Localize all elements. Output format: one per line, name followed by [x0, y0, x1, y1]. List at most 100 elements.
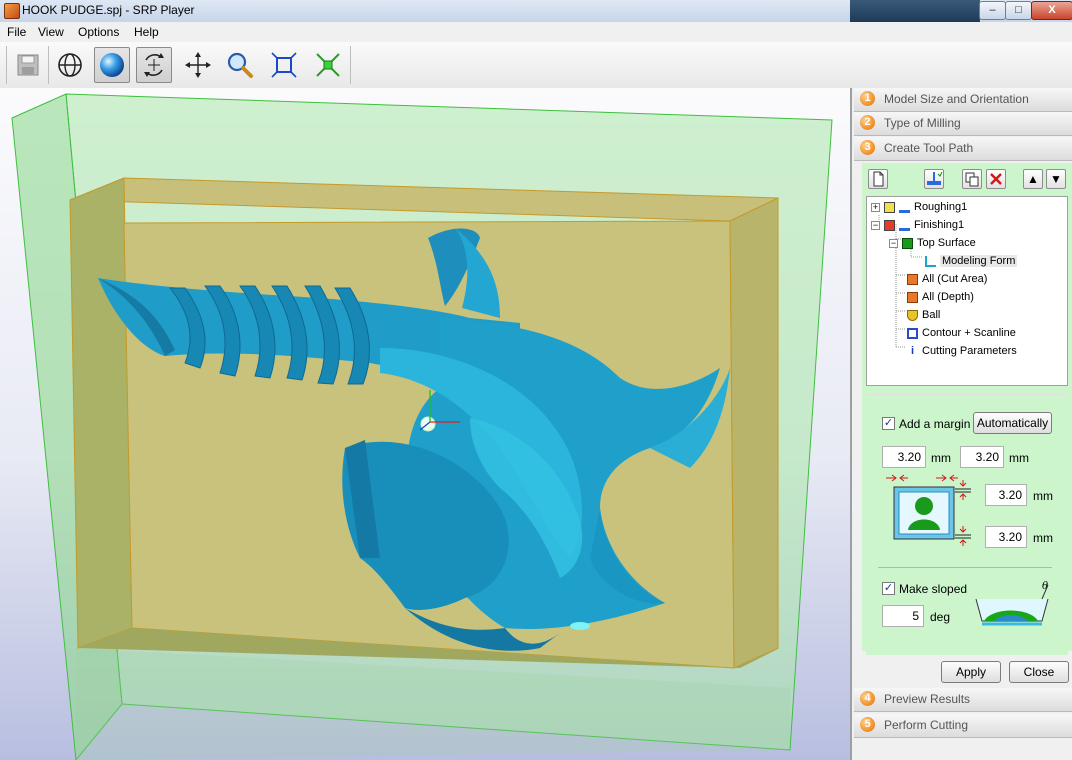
- minimize-button[interactable]: –: [979, 1, 1006, 20]
- unit-label: mm: [1033, 489, 1053, 503]
- close-window-button[interactable]: X: [1031, 1, 1072, 20]
- zoom-extents-button[interactable]: [310, 47, 346, 83]
- delete-icon: [990, 173, 1002, 185]
- unit-label: mm: [931, 451, 951, 465]
- save-icon: [17, 54, 39, 76]
- wizard-panel: 1 Model Size and Orientation 2 Type of M…: [850, 88, 1072, 760]
- unit-label: mm: [1033, 531, 1053, 545]
- title-bar: HOOK PUDGE.spj - SRP Player – □ X: [0, 0, 1072, 22]
- new-process-button[interactable]: [868, 169, 888, 189]
- toolbar-separator: [350, 46, 351, 84]
- make-sloped-checkbox[interactable]: ✓: [882, 582, 895, 595]
- menu-file[interactable]: File: [7, 25, 26, 39]
- step-perform-cutting[interactable]: 5 Perform Cutting: [854, 714, 1072, 738]
- 3d-viewport[interactable]: [0, 88, 850, 760]
- tree-label: Roughing1: [914, 201, 968, 213]
- expand-icon[interactable]: +: [871, 202, 880, 212]
- zoom-icon: [227, 52, 253, 78]
- make-sloped-label: Make sloped: [899, 582, 968, 596]
- tree-item-depth[interactable]: All (Depth): [907, 289, 974, 305]
- cube-icon: [902, 237, 913, 249]
- zoom-button[interactable]: [222, 47, 258, 83]
- step-model-size[interactable]: 1 Model Size and Orientation: [854, 88, 1072, 112]
- pan-button[interactable]: [180, 47, 216, 83]
- move-up-button[interactable]: ▲: [1023, 169, 1043, 189]
- menu-help[interactable]: Help: [134, 25, 159, 39]
- menu-view[interactable]: View: [38, 25, 64, 39]
- add-margin-checkbox[interactable]: ✓: [882, 417, 895, 430]
- close-button[interactable]: Close: [1009, 661, 1069, 683]
- checkbox-icon[interactable]: [884, 201, 895, 213]
- tree-item-roughing[interactable]: + Roughing1: [871, 199, 967, 215]
- add-margin-label: Add a margin: [899, 417, 971, 431]
- unit-label: mm: [1009, 451, 1029, 465]
- step-type-of-milling[interactable]: 2 Type of Milling: [854, 112, 1072, 136]
- automatically-button[interactable]: Automatically: [973, 412, 1052, 434]
- tree-label: Cutting Parameters: [922, 345, 1017, 357]
- save-button[interactable]: [10, 47, 46, 83]
- tree-item-cut-area[interactable]: All (Cut Area): [907, 271, 987, 287]
- step-number-badge: 3: [860, 140, 875, 155]
- tree-label: Contour + Scanline: [922, 327, 1016, 339]
- fit-view-button[interactable]: [266, 47, 302, 83]
- step-label: Preview Results: [884, 692, 971, 706]
- step-create-tool-path[interactable]: 3 Create Tool Path: [854, 137, 1072, 161]
- toolbar-grip: [6, 46, 7, 84]
- add-mill-process-button[interactable]: [924, 169, 944, 189]
- margin-y2-input[interactable]: 3.20: [985, 526, 1027, 548]
- shaded-view-button[interactable]: [94, 47, 130, 83]
- mill-process-icon: [927, 171, 943, 185]
- tree-label: All (Depth): [922, 291, 974, 303]
- process-tree[interactable]: + Roughing1 − Finishing1 − Top Surface Mode…: [866, 196, 1068, 386]
- maximize-button[interactable]: □: [1005, 1, 1032, 20]
- vertical-margin-arrows: [955, 480, 971, 546]
- delete-process-button[interactable]: [986, 169, 1006, 189]
- rotate-icon: [144, 53, 164, 77]
- copy-process-button[interactable]: [962, 169, 982, 189]
- margin-y1-input[interactable]: 3.20: [985, 484, 1027, 506]
- tree-item-finishing[interactable]: − Finishing1: [871, 217, 964, 233]
- scanline-icon: [907, 327, 918, 339]
- mill-process-icon: [899, 220, 910, 231]
- tree-item-modeling-form[interactable]: Modeling Form: [925, 253, 1018, 269]
- wireframe-view-button[interactable]: [52, 47, 88, 83]
- checkbox-icon[interactable]: [884, 219, 895, 231]
- step-preview-results[interactable]: 4 Preview Results: [854, 688, 1072, 712]
- shaded-sphere-icon: [100, 53, 124, 77]
- menu-options[interactable]: Options: [78, 25, 119, 39]
- zoom-extents-icon: [316, 53, 340, 77]
- theta-label: θ: [1042, 581, 1048, 592]
- slope-diagram: θ: [972, 579, 1052, 629]
- apply-button[interactable]: Apply: [941, 661, 1001, 683]
- app-icon: [4, 3, 20, 19]
- collapse-icon[interactable]: −: [871, 220, 880, 230]
- margin-x2-input[interactable]: 3.20: [960, 446, 1004, 468]
- rotate-button[interactable]: [136, 47, 172, 83]
- tree-item-path-type[interactable]: Contour + Scanline: [907, 325, 1016, 341]
- collapse-icon[interactable]: −: [889, 238, 898, 248]
- margin-x1-input[interactable]: 3.20: [882, 446, 926, 468]
- model-scene: [11, 93, 833, 760]
- step-number-badge: 2: [860, 115, 875, 130]
- area-icon: [907, 273, 918, 285]
- toolbar: [0, 42, 1072, 89]
- slope-angle-input[interactable]: 5: [882, 605, 924, 627]
- margin-settings: ✓ Add a margin Automatically 3.20 mm 3.2…: [866, 394, 1068, 655]
- ball-tool-icon: [907, 309, 918, 321]
- move-down-button[interactable]: ▼: [1046, 169, 1066, 189]
- deg-label: deg: [930, 610, 951, 624]
- info-icon: i: [910, 344, 915, 357]
- window-title: HOOK PUDGE.spj - SRP Player: [22, 3, 195, 17]
- step-number-badge: 5: [860, 717, 875, 732]
- tree-label: Finishing1: [914, 219, 965, 231]
- divider: [878, 567, 1052, 568]
- step-number-badge: 4: [860, 691, 875, 706]
- tree-item-tool[interactable]: Ball: [907, 307, 940, 323]
- tree-label: Modeling Form: [940, 255, 1018, 267]
- stock-block-right: [729, 197, 779, 669]
- pan-icon: [185, 52, 211, 78]
- tree-item-top-surface[interactable]: − Top Surface: [889, 235, 976, 251]
- tree-item-cutting-parameters[interactable]: i Cutting Parameters: [907, 343, 1017, 359]
- menu-bar: File View Options Help: [0, 22, 1072, 42]
- step-label: Type of Milling: [884, 116, 961, 130]
